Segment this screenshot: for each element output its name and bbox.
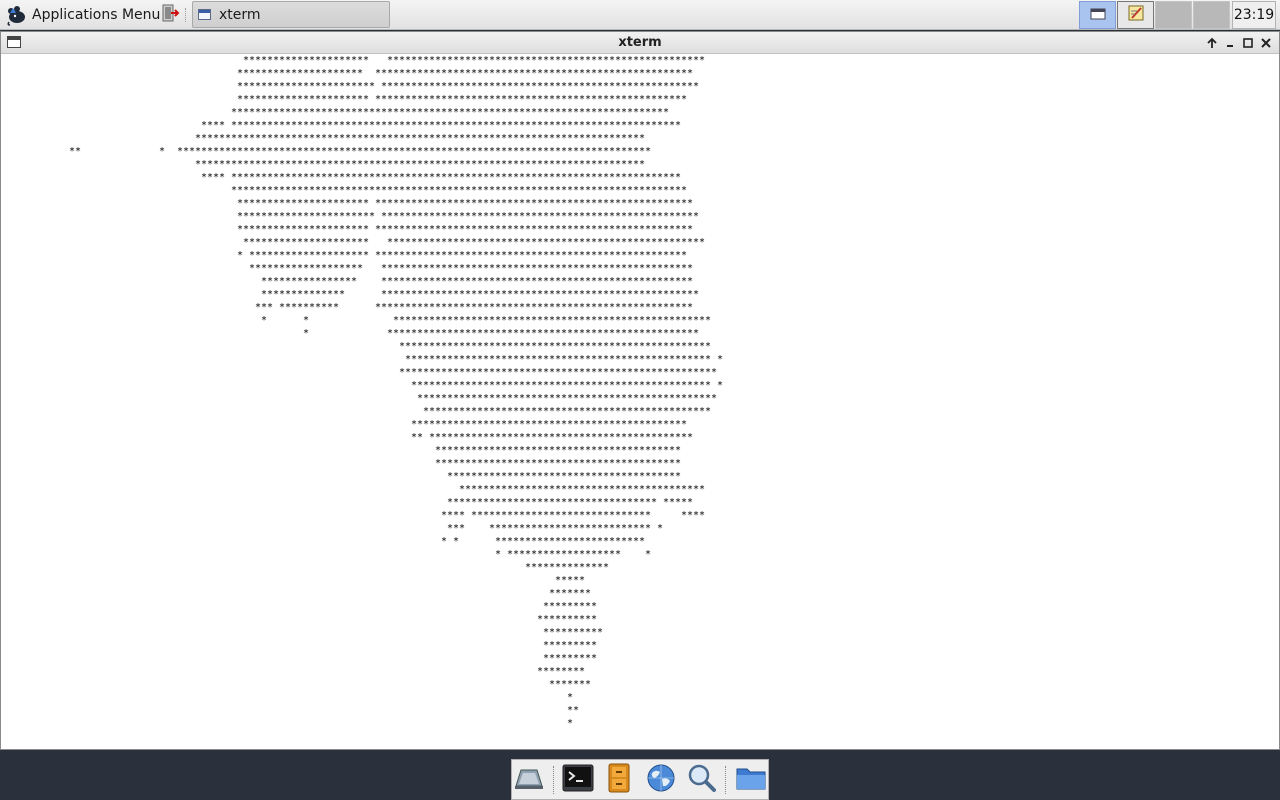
terminal-line: ************** (3, 562, 610, 573)
terminal-line: ****************************************… (3, 393, 718, 404)
terminal-line: *********************************** ****… (3, 497, 694, 508)
clock[interactable]: 23:19 (1232, 1, 1276, 29)
terminal-line: ********************** *****************… (3, 198, 694, 209)
terminal-line: ********************* ******************… (3, 237, 706, 248)
minimize-icon (1224, 34, 1236, 53)
terminal-line: ****************************************… (3, 107, 670, 118)
logout-button[interactable] (158, 4, 182, 26)
terminal-line: ****************************************… (3, 354, 724, 365)
window-title: xterm (618, 35, 662, 50)
dock-web-browser[interactable] (643, 763, 678, 797)
applications-menu-label: Applications Menu (32, 7, 161, 23)
terminal-line: ****************************************… (3, 445, 682, 456)
terminal-line: ********* (3, 640, 598, 651)
terminal-line: ********************** *****************… (3, 224, 694, 235)
dock-separator (725, 765, 727, 794)
terminal-line: ********************** *****************… (3, 94, 688, 105)
workspace-3[interactable] (1155, 1, 1192, 29)
terminal-line: ************** *************************… (3, 289, 700, 300)
terminal-line: ** (3, 705, 580, 716)
notes-icon (1126, 3, 1146, 27)
terminal-line: ***** (3, 575, 586, 586)
top-panel: Applications Menu xterm 23:19 (0, 0, 1280, 30)
applications-menu-button[interactable]: Applications Menu (2, 2, 164, 28)
terminal-line: **** ****************************** **** (3, 510, 706, 521)
dock-folder[interactable] (733, 763, 768, 797)
window-icon (198, 9, 211, 20)
workspace-1[interactable] (1079, 1, 1116, 29)
terminal-line: ****************************************… (3, 406, 712, 417)
terminal-line: ** *************************************… (3, 432, 694, 443)
folder-icon (735, 764, 767, 796)
terminal-line: *************************************** (3, 471, 682, 482)
terminal-line: ******************* ********************… (3, 263, 694, 274)
terminal-line: ********** (3, 614, 598, 625)
panel-separator (185, 8, 188, 22)
terminal-line: ****************************************… (3, 341, 712, 352)
file-cabinet-icon (606, 763, 632, 797)
terminal-line: ******* (3, 679, 592, 690)
terminal-line: ****************************************… (3, 419, 688, 430)
keep-above-button[interactable] (1205, 36, 1219, 50)
terminal-line: *********************** ****************… (3, 211, 700, 222)
terminal-line: ********************* ******************… (3, 55, 706, 66)
terminal-line: *** ********** *************************… (3, 302, 694, 313)
terminal-line: **** ***********************************… (3, 120, 682, 131)
terminal-line: ****************************************… (3, 185, 688, 196)
minimize-button[interactable] (1223, 36, 1237, 50)
close-icon (1260, 34, 1272, 53)
terminal-line: ****************************************… (3, 380, 724, 391)
maximize-button[interactable] (1241, 36, 1255, 50)
terminal-line: * **************************************… (3, 328, 700, 339)
arrow-up-icon (1206, 34, 1218, 53)
dock-app-finder[interactable] (684, 763, 719, 797)
terminal-line: ****************************************… (3, 484, 706, 495)
terminal-line: **** ***********************************… (3, 172, 682, 183)
terminal-line: * (3, 718, 574, 729)
terminal-line: ****************************************… (3, 133, 646, 144)
dock-terminal[interactable] (561, 763, 596, 797)
terminal-line: ****************************************… (3, 159, 646, 170)
globe-icon (646, 763, 676, 797)
terminal-line: ******* (3, 588, 592, 599)
terminal-line: ******** (3, 666, 586, 677)
workspace-switcher (1079, 1, 1230, 29)
dock-show-desktop[interactable] (512, 763, 547, 797)
terminal-icon (562, 764, 594, 796)
terminal-area[interactable]: ********************* ******************… (3, 54, 1277, 748)
terminal-line: * ******************** *****************… (3, 250, 688, 261)
close-button[interactable] (1259, 36, 1273, 50)
terminal-line: ********************* ******************… (3, 68, 694, 79)
logout-icon (160, 3, 180, 27)
terminal-line: *********************** ****************… (3, 81, 700, 92)
terminal-line: ********** (3, 627, 604, 638)
workspace-4[interactable] (1193, 1, 1230, 29)
bottom-dock (511, 759, 769, 800)
search-icon (687, 763, 717, 797)
maximize-icon (1242, 34, 1254, 53)
terminal-line: ** * ***********************************… (3, 146, 652, 157)
workspace-2[interactable] (1117, 1, 1154, 29)
xfce-mouse-icon (6, 4, 28, 26)
terminal-line: ****************************************… (3, 458, 682, 469)
terminal-line: ****************************************… (3, 367, 718, 378)
taskbar-button-xterm[interactable]: xterm (192, 1, 390, 28)
terminal-line: ********* (3, 601, 598, 612)
ascii-art-output: ********************* ******************… (3, 54, 723, 730)
xterm-window: xterm ********************* ************… (0, 31, 1280, 750)
dock-separator (553, 765, 555, 794)
taskbar-button-label: xterm (219, 6, 261, 23)
terminal-line: * ******************* * (3, 549, 652, 560)
terminal-line: **************** ***********************… (3, 276, 694, 287)
window-thumbnail-icon (1090, 6, 1106, 25)
dock-file-manager[interactable] (602, 763, 637, 797)
terminal-line: * (3, 692, 574, 703)
window-titlebar[interactable]: xterm (1, 32, 1279, 54)
terminal-line: * * ************************************… (3, 315, 712, 326)
terminal-line: * * ************************* (3, 536, 646, 547)
show-desktop-icon (512, 764, 546, 796)
terminal-line: ********* (3, 653, 598, 664)
terminal-line: *** *************************** * (3, 523, 664, 534)
